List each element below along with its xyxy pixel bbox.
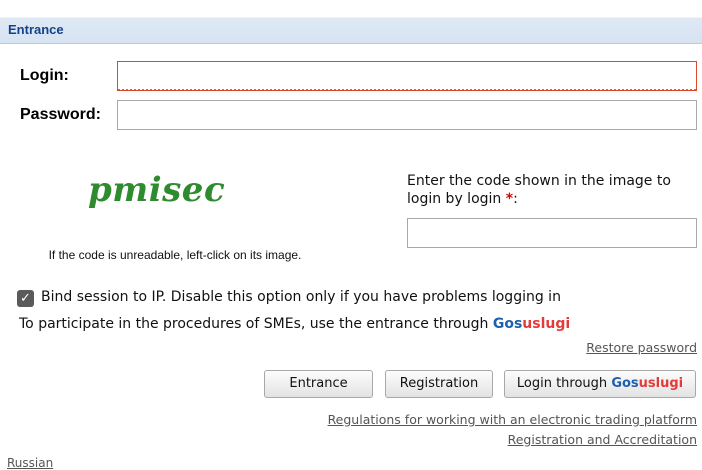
captcha-prompt-text: Enter the code shown in the image to log… [407,173,671,207]
login-gosuslugi-button[interactable]: Login through Gosuslugi [504,370,696,398]
captcha-prompt: Enter the code shown in the image to log… [407,172,697,208]
regulations-link[interactable]: Regulations for working with an electron… [328,412,697,427]
gos-part2: uslugi [638,376,684,391]
restore-password-link[interactable]: Restore password [586,340,697,355]
registration-button[interactable]: Registration [385,370,493,398]
login-input[interactable] [117,61,697,91]
entrance-button[interactable]: Entrance [264,370,373,398]
gosuslugi-part2: uslugi [522,316,571,332]
panel-header: Entrance [0,0,702,44]
language-link[interactable]: Russian [7,456,53,470]
registration-accreditation-link[interactable]: Registration and Accreditation [508,432,697,447]
panel-title: Entrance [8,22,64,37]
sme-notice-text: To participate in the procedures of SMEs… [19,316,489,332]
login-through-label: Login through [516,376,608,391]
bind-ip-label: Bind session to IP. Disable this option … [41,289,561,305]
checkmark-icon: ✓ [20,291,31,306]
gosuslugi-part1: Gos [492,316,523,332]
password-input[interactable] [117,100,697,130]
password-label: Password: [20,106,101,123]
captcha-hint: If the code is unreadable, left-click on… [48,248,302,262]
login-label: Login: [20,67,69,84]
sme-notice: To participate in the procedures of SMEs… [19,316,570,332]
gosuslugi-link[interactable]: Gosuslugi [493,316,570,332]
captcha-image[interactable]: pmisec [88,170,258,220]
required-mark: * [505,191,514,207]
captcha-prompt-suffix: : [513,191,518,207]
bind-ip-checkbox[interactable]: ✓ [17,290,34,307]
captcha-input[interactable] [407,218,697,248]
gos-part1: Gos [611,376,639,391]
